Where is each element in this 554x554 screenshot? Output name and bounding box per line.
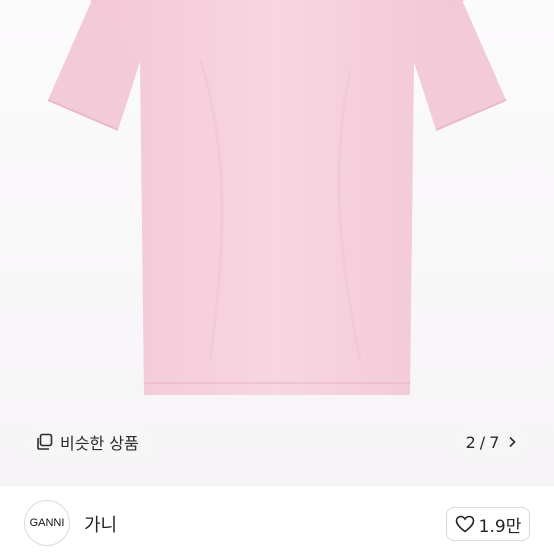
similar-items-label: 비슷한 상품: [60, 434, 139, 453]
current-page: 2: [465, 432, 476, 452]
t-shirt-illustration: [47, 0, 507, 395]
image-pager[interactable]: 2 / 7: [452, 425, 530, 459]
similar-items-icon: [36, 433, 54, 451]
seller-avatar-text: GANNI: [29, 517, 65, 529]
product-image[interactable]: [0, 0, 554, 486]
like-count: 1.9만: [478, 516, 522, 537]
seller-name[interactable]: 가니: [84, 511, 117, 537]
total-pages: 7: [489, 432, 500, 452]
similar-items-button[interactable]: 비슷한 상품: [24, 425, 158, 459]
heart-outline-icon: [455, 515, 475, 533]
seller-avatar[interactable]: GANNI: [24, 500, 70, 546]
page-separator: /: [479, 432, 486, 452]
like-button[interactable]: 1.9만: [446, 507, 530, 541]
chevron-right-icon: [508, 436, 517, 448]
product-image-gallery[interactable]: 비슷한 상품 2 / 7: [0, 0, 554, 486]
